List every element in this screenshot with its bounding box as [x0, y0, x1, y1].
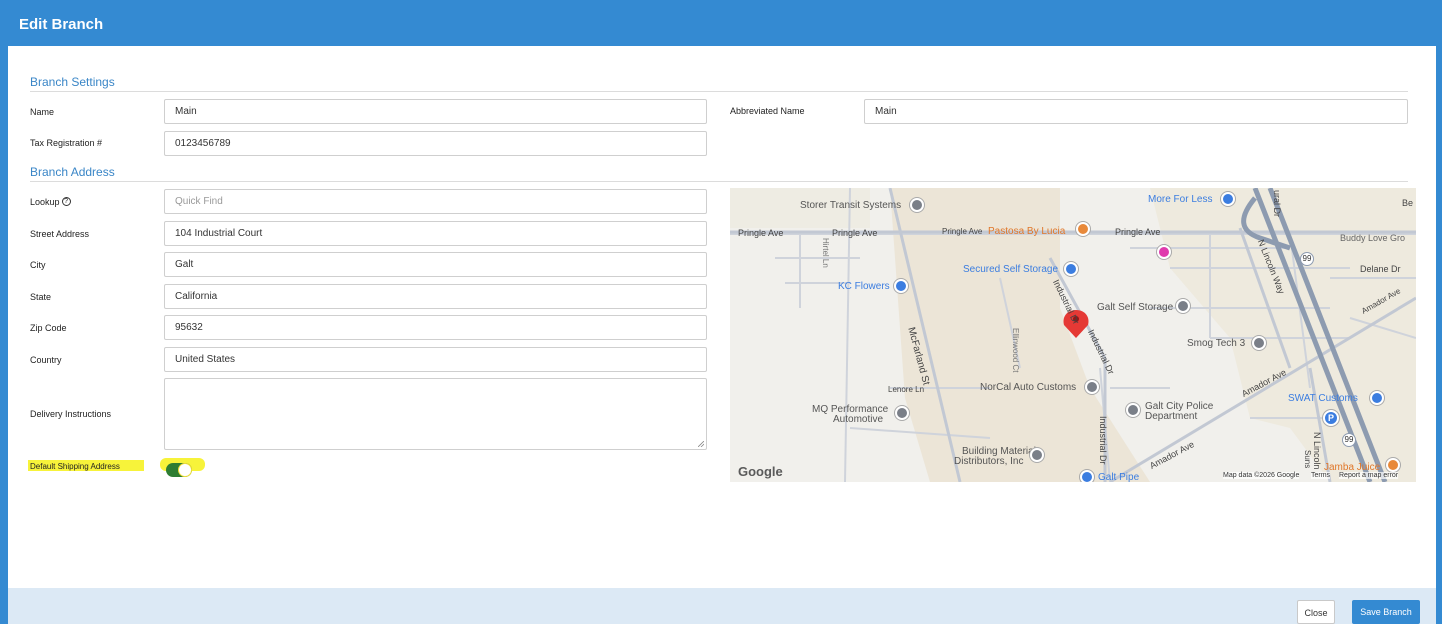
map-label: Industrial Dr [1098, 416, 1108, 465]
state-input[interactable]: California [164, 284, 707, 309]
map-label: Department [1145, 411, 1198, 422]
delivery-instructions-textarea[interactable] [164, 378, 707, 450]
map-report-link[interactable]: Report a map error [1339, 472, 1399, 479]
map-poi-icon[interactable] [1080, 470, 1094, 482]
close-button[interactable]: Close [1297, 600, 1335, 624]
map-label: Pringle Ave [738, 228, 784, 238]
delivery-instructions-label: Delivery Instructions [30, 409, 112, 419]
map-label: Buddy Love Gro [1340, 233, 1406, 243]
map-poi-icon[interactable] [1176, 299, 1190, 313]
map-label: SWAT Customs [1288, 393, 1358, 404]
tax-registration-label: Tax Registration # [30, 138, 103, 148]
default-shipping-label: Default Shipping Address [30, 462, 120, 471]
map-label: Pringle Ave [1115, 227, 1161, 237]
map-label: Pringle Ave [942, 227, 983, 236]
map-label: Distributors, Inc [954, 456, 1024, 467]
map-label: Pringle Ave [832, 228, 878, 238]
street-address-input[interactable]: 104 Industrial Court [164, 221, 707, 246]
street-address-label: Street Address [30, 229, 90, 239]
map-label: NorCal Auto Customs [980, 382, 1077, 393]
map-view[interactable]: Storer Transit Systems More For Less Be … [730, 188, 1416, 482]
city-label: City [30, 260, 46, 270]
map-label: Galt Self Storage [1097, 302, 1174, 313]
branch-address-title: Branch Address [30, 165, 115, 179]
zip-code-label: Zip Code [30, 323, 67, 333]
map-label: Secured Self Storage [963, 264, 1059, 275]
city-input[interactable]: Galt [164, 252, 707, 277]
save-branch-button[interactable]: Save Branch [1352, 600, 1420, 624]
map-poi-icon[interactable] [910, 198, 924, 212]
lookup-input[interactable]: Quick Find [164, 189, 707, 214]
map-poi-icon[interactable] [1030, 448, 1044, 462]
edit-branch-modal: Edit Branch Branch Settings Name Main Ab… [0, 0, 1442, 624]
map-poi-icon[interactable] [1252, 336, 1266, 350]
map-terms-link[interactable]: Terms [1311, 472, 1331, 479]
help-icon[interactable]: ? [61, 197, 71, 206]
highway-shield-icon: 99 [1300, 252, 1314, 266]
section-divider [30, 91, 1408, 92]
modal-title: Edit Branch [8, 0, 1436, 46]
map-poi-icon[interactable] [1157, 245, 1171, 259]
map-poi-icon[interactable] [1221, 192, 1235, 206]
map-poi-icon[interactable] [1064, 262, 1078, 276]
map-poi-icon[interactable] [1370, 391, 1384, 405]
map-label: ural Dr [1272, 190, 1282, 218]
highway-shield-icon: 99 [1342, 433, 1356, 447]
map-poi-icon[interactable] [1076, 222, 1090, 236]
map-label: More For Less [1148, 194, 1213, 205]
map-label: KC Flowers [838, 281, 890, 292]
section-divider [30, 181, 1408, 182]
state-label: State [30, 292, 52, 302]
abbreviated-name-input[interactable]: Main [864, 99, 1408, 124]
resize-grip-icon[interactable] [698, 441, 704, 447]
map-poi-icon[interactable] [894, 279, 908, 293]
map-poi-icon[interactable] [1126, 403, 1140, 417]
country-label: Country [30, 355, 62, 365]
map-attribution: Map data ©2026 Google [1223, 472, 1300, 479]
map-label: Hirtel Ln [821, 238, 830, 268]
map-poi-icon[interactable] [895, 406, 909, 420]
map-label: Storer Transit Systems [800, 200, 902, 211]
map-poi-icon[interactable] [1085, 380, 1099, 394]
map-label: Automotive [833, 414, 884, 425]
map-label: Galt Pipe [1098, 472, 1140, 482]
name-input[interactable]: Main [164, 99, 707, 124]
map-label: Ellinwood Ct [1011, 328, 1020, 373]
tax-registration-input[interactable]: 0123456789 [164, 131, 707, 156]
name-label: Name [30, 107, 55, 117]
default-shipping-toggle[interactable] [166, 463, 192, 477]
map-label: Suns [1303, 450, 1312, 469]
abbreviated-name-label: Abbreviated Name [730, 106, 805, 116]
map-label: Delane Dr [1360, 264, 1401, 274]
map-label: N Lincoln [1312, 432, 1322, 470]
country-input[interactable]: United States [164, 347, 707, 372]
google-logo: Google [738, 464, 783, 479]
lookup-label: Lookup? [30, 197, 71, 207]
map-label: Smog Tech 3 [1187, 338, 1246, 349]
modal-footer: Close Save Branch [8, 588, 1436, 624]
zip-code-input[interactable]: 95632 [164, 315, 707, 340]
lookup-label-text: Lookup [30, 197, 60, 207]
map-label: Pastosa By Lucia [988, 226, 1066, 237]
branch-settings-title: Branch Settings [30, 75, 115, 89]
map-label: Lenore Ln [888, 385, 925, 394]
map-label: Be [1402, 198, 1414, 208]
parking-icon[interactable]: P [1323, 410, 1339, 426]
toggle-knob [178, 463, 192, 477]
map-poi-icon[interactable] [1386, 458, 1400, 472]
